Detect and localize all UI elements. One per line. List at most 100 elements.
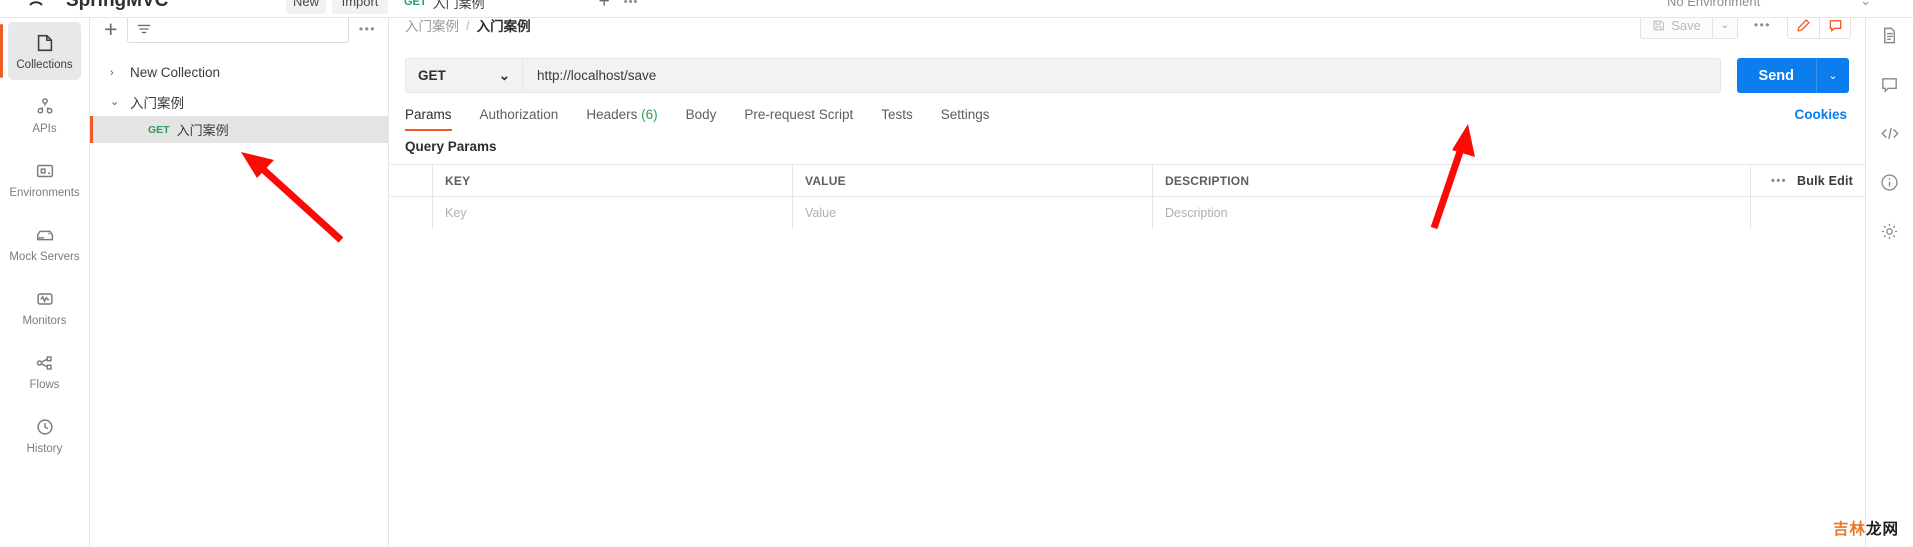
method-label: GET <box>418 68 446 83</box>
request-config-tabs: Params Authorization Headers (6) Body Pr… <box>389 93 1865 131</box>
row-description-input[interactable]: Description <box>1153 197 1751 229</box>
watermark-orange: 吉林 <box>1832 521 1866 538</box>
search-input[interactable] <box>127 15 349 43</box>
breadcrumb-parent[interactable]: 入门案例 <box>405 15 459 35</box>
top-bar: SpringMVC New Import GET 入门案例 + ••• No E… <box>0 0 1913 18</box>
sidebar-request-item[interactable]: GET 入门案例 <box>90 116 388 143</box>
tab-body[interactable]: Body <box>686 107 717 131</box>
history-icon <box>36 418 53 435</box>
cookies-link[interactable]: Cookies <box>1794 107 1849 122</box>
sidebar-item-environments[interactable]: Environments <box>0 150 89 208</box>
column-header-value: VALUE <box>793 165 1153 196</box>
collections-sidebar: + ••• › New Collection ⌄ 入门案例 GET 入门案例 <box>90 0 389 547</box>
mock-servers-icon <box>36 230 53 240</box>
bulk-edit-button[interactable]: Bulk Edit <box>1797 174 1853 188</box>
sidebar-item-monitors[interactable]: Monitors <box>0 278 89 336</box>
request-name-label: 入门案例 <box>176 123 229 138</box>
request-url-bar: GET ⌄ http://localhost/save Send ⌄ <box>389 50 1865 93</box>
import-button[interactable]: Import <box>332 0 388 14</box>
apis-icon <box>36 97 53 114</box>
row-key-input[interactable]: Key <box>433 197 793 229</box>
sidebar-item-mock-servers[interactable]: Mock Servers <box>0 214 89 272</box>
query-params-table: KEY VALUE DESCRIPTION ••• Bulk Edit Key … <box>389 164 1865 229</box>
request-tab-strip: GET 入门案例 + ••• <box>390 0 1510 18</box>
document-icon[interactable] <box>1880 26 1899 45</box>
collection-label: 入门案例 <box>130 95 184 111</box>
column-header-description: DESCRIPTION <box>1153 165 1751 196</box>
sidebar-item-label: Flows <box>29 378 60 391</box>
url-input[interactable]: http://localhost/save <box>522 58 1721 93</box>
postman-window: SpringMVC New Import GET 入门案例 + ••• No E… <box>0 0 1913 547</box>
request-more-menu[interactable]: ••• <box>1754 18 1771 32</box>
sidebar-item-history[interactable]: History <box>0 406 89 464</box>
tab-params[interactable]: Params <box>405 107 452 131</box>
tab-settings[interactable]: Settings <box>941 107 990 131</box>
tab-tests[interactable]: Tests <box>881 107 913 131</box>
sidebar-item-label: Environments <box>9 186 80 199</box>
open-tab-title: 入门案例 <box>432 0 485 11</box>
row-value-input[interactable]: Value <box>793 197 1153 229</box>
select-all-cell[interactable] <box>389 165 433 196</box>
chevron-down-icon: ⌄ <box>1860 0 1871 8</box>
headers-count-badge: (6) <box>641 107 658 122</box>
request-main-panel: 入门案例 / 入门案例 Save ⌄ ••• GET ⌄ http://loca… <box>389 0 1865 547</box>
send-button[interactable]: Send <box>1736 58 1816 93</box>
watermark-black: 龙网 <box>1865 521 1899 538</box>
sidebar-item-flows[interactable]: Flows <box>0 342 89 400</box>
right-nav-rail <box>1865 0 1913 547</box>
collection-label: New Collection <box>130 65 221 80</box>
comment-icon <box>1829 19 1841 32</box>
workspace-brand[interactable]: SpringMVC <box>28 0 168 12</box>
save-icon <box>1653 19 1665 31</box>
chevron-down-icon: ⌄ <box>498 67 510 83</box>
row-checkbox-cell[interactable] <box>389 197 433 229</box>
sidebar-item-apis[interactable]: APIs <box>0 86 89 144</box>
workspace-name: SpringMVC <box>66 0 169 11</box>
watermark: 吉林龙网 <box>1833 517 1899 539</box>
sidebar-item-label: Collections <box>16 58 73 71</box>
monitors-icon <box>36 292 53 305</box>
save-label: Save <box>1671 17 1701 33</box>
chevron-down-icon: ⌄ <box>110 96 120 108</box>
postman-logo-icon <box>29 1 43 6</box>
settings-icon[interactable] <box>1880 222 1899 241</box>
tab-headers-label: Headers <box>586 107 638 122</box>
table-row[interactable]: Key Value Description <box>389 197 1865 229</box>
environment-selector[interactable]: No Environment ⌄ <box>1661 0 1877 14</box>
comment-icon[interactable] <box>1880 75 1899 94</box>
collections-icon <box>37 34 52 51</box>
info-icon[interactable] <box>1880 173 1899 192</box>
collection-row-rumen-anli[interactable]: ⌄ 入门案例 <box>90 87 388 116</box>
flows-icon <box>36 355 52 370</box>
sidebar-more-menu[interactable]: ••• <box>359 22 376 36</box>
create-new-button[interactable]: + <box>104 17 117 41</box>
table-more-menu[interactable]: ••• <box>1771 175 1787 187</box>
sidebar-item-label: APIs <box>32 122 57 135</box>
environments-icon <box>36 164 53 177</box>
row-actions-cell <box>1751 197 1865 229</box>
open-request-tab[interactable]: GET 入门案例 <box>390 0 499 18</box>
tab-headers[interactable]: Headers (6) <box>586 107 657 131</box>
new-button[interactable]: New <box>286 0 326 14</box>
sidebar-item-label: Mock Servers <box>9 250 80 263</box>
request-method-label: GET <box>148 123 170 136</box>
send-options-caret[interactable]: ⌄ <box>1816 58 1849 93</box>
breadcrumb-current: 入门案例 <box>476 19 531 34</box>
send-group: Send ⌄ <box>1736 58 1849 93</box>
code-icon[interactable] <box>1880 124 1900 143</box>
query-params-title: Query Params <box>405 139 497 154</box>
tab-authorization[interactable]: Authorization <box>480 107 559 131</box>
sidebar-item-collections[interactable]: Collections <box>0 22 81 80</box>
sidebar-item-label: Monitors <box>22 314 67 327</box>
chevron-right-icon: › <box>110 66 114 79</box>
sidebar-item-label: History <box>26 442 63 455</box>
column-header-key: KEY <box>433 165 793 196</box>
left-nav-rail: Collections APIs Environments Mock Serve… <box>0 0 90 547</box>
method-selector[interactable]: GET ⌄ <box>405 58 522 93</box>
table-header-row: KEY VALUE DESCRIPTION ••• Bulk Edit <box>389 165 1865 197</box>
table-actions-cell: ••• Bulk Edit <box>1751 165 1865 196</box>
tab-pre-request-script[interactable]: Pre-request Script <box>744 107 853 131</box>
tab-overflow-menu[interactable]: ••• <box>624 0 639 8</box>
collection-row-new-collection[interactable]: › New Collection <box>90 58 388 87</box>
new-tab-button[interactable]: + <box>599 0 610 13</box>
